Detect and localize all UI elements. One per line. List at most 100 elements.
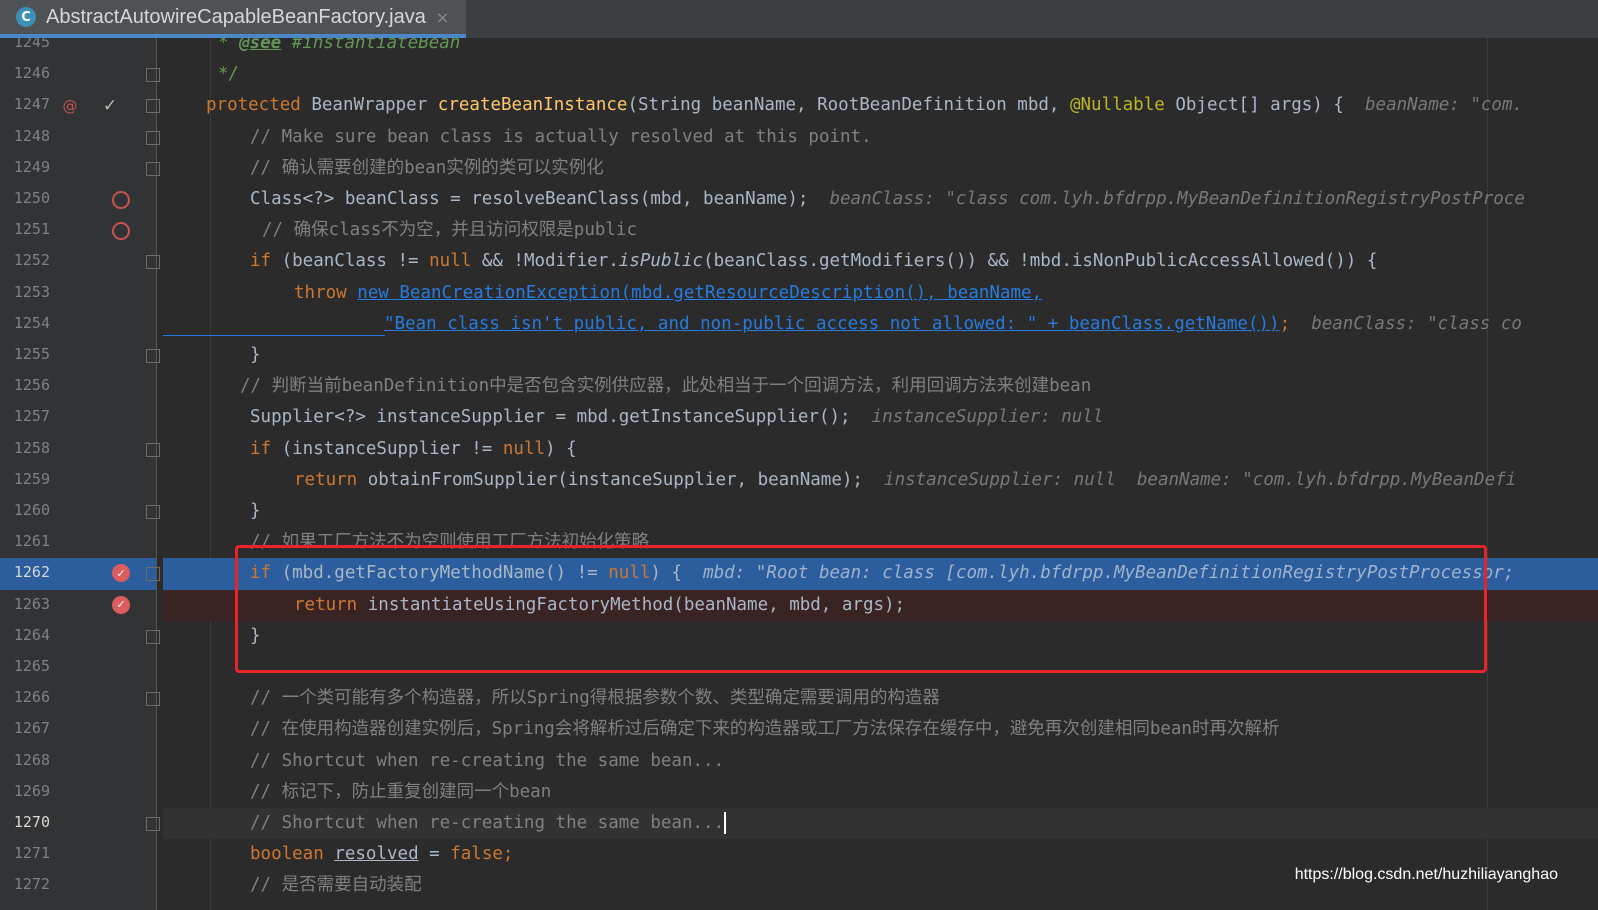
- line-number: 1256: [13, 376, 50, 395]
- code-text: if (instanceSupplier != null) {: [250, 438, 577, 459]
- file-tab[interactable]: C AbstractAutowireCapableBeanFactory.jav…: [0, 0, 466, 38]
- line-number: 1257: [13, 407, 50, 426]
- line-number: 1267: [13, 719, 50, 738]
- code-editor[interactable]: 1245 * @see #instantiateBean 1246 */ 124…: [0, 38, 1598, 910]
- breakpoint-active-icon[interactable]: ✓: [112, 595, 130, 614]
- code-line: 1247 @ ✓ protected BeanWrapper createBea…: [0, 90, 1598, 121]
- code-text: }: [250, 501, 261, 521]
- code-comment: // 确保class不为空，并且访问权限是public: [262, 220, 638, 241]
- code-text: "Bean class isn't public, and non-public…: [384, 313, 1522, 334]
- override-marker-icon[interactable]: @: [60, 96, 80, 116]
- fold-marker-icon[interactable]: [146, 255, 160, 270]
- java-class-icon: C: [16, 7, 36, 27]
- code-line-caret: 1270 // Shortcut when re-creating the sa…: [0, 808, 1598, 840]
- line-number: 1270: [13, 813, 50, 831]
- line-number: 1253: [13, 282, 50, 301]
- code-comment: // 确认需要创建的bean实例的类可以实例化: [250, 157, 604, 178]
- code-line: 1255 }: [0, 340, 1598, 371]
- fold-marker-icon[interactable]: [146, 817, 160, 831]
- code-comment: // 标记下，防止重复创建同一个bean: [250, 781, 552, 802]
- code-text: // Shortcut when re-creating the same be…: [250, 812, 727, 834]
- fold-marker-icon[interactable]: [146, 505, 160, 519]
- code-text: return obtainFromSupplier(instanceSuppli…: [294, 469, 1517, 490]
- code-line: 1257 Supplier<?> instanceSupplier = mbd.…: [0, 402, 1598, 433]
- code-line: 1249 // 确认需要创建的bean实例的类可以实例化: [0, 153, 1598, 184]
- fold-marker-icon[interactable]: [146, 99, 160, 114]
- line-number: 1254: [13, 313, 50, 332]
- exception-link[interactable]: new BeanCreationException(mbd.getResourc…: [357, 283, 1042, 303]
- line-number: 1266: [13, 688, 50, 707]
- code-text: if (beanClass != null && !Modifier.isPub…: [250, 251, 1378, 272]
- editor-tab-bar: C AbstractAutowireCapableBeanFactory.jav…: [0, 0, 1598, 38]
- fold-marker-icon[interactable]: [146, 68, 160, 83]
- code-text: boolean resolved = false;: [250, 844, 514, 865]
- fold-marker-icon[interactable]: [146, 161, 160, 176]
- line-number: 1249: [13, 157, 50, 176]
- inline-debug-hint: beanClass: "class co: [1311, 313, 1522, 334]
- code-line: 1252 if (beanClass != null && !Modifier.…: [0, 246, 1598, 277]
- inline-debug-hint: beanName: "com.: [1365, 95, 1524, 116]
- fold-marker-icon[interactable]: [146, 692, 160, 707]
- line-number: 1269: [13, 781, 50, 800]
- code-line: 1266 // 一个类可能有多个构造器，所以Spring得根据参数个数、类型确定…: [0, 683, 1598, 714]
- line-number: 1252: [13, 251, 50, 270]
- line-number: 1250: [13, 189, 50, 207]
- code-line: 1269 // 标记下，防止重复创建同一个bean: [0, 777, 1598, 808]
- fold-marker-icon[interactable]: [146, 130, 160, 145]
- inline-debug-hint: beanClass: "class com.lyh.bfdrpp.MyBeanD…: [829, 189, 1525, 209]
- code-text: throw new BeanCreationException(mbd.getR…: [294, 282, 1043, 303]
- watermark-url: https://blog.csdn.net/huzhiliayanghao: [1294, 866, 1558, 883]
- line-number: 1265: [13, 657, 50, 675]
- line-number: 1261: [13, 532, 50, 551]
- code-line: 1245 * @see #instantiateBean: [0, 38, 1598, 59]
- code-comment: // 一个类可能有多个构造器，所以Spring得根据参数个数、类型确定需要调用的…: [250, 688, 940, 709]
- code-text: * @see #instantiateBean: [218, 38, 461, 53]
- code-line: 1258 if (instanceSupplier != null) {: [0, 434, 1598, 465]
- fold-marker-icon[interactable]: [146, 349, 160, 363]
- line-number: 1258: [13, 438, 50, 457]
- code-text: Supplier<?> instanceSupplier = mbd.getIn…: [250, 407, 1104, 428]
- line-number: 1248: [13, 126, 50, 145]
- code-line: 1260 }: [0, 496, 1598, 527]
- line-number: 1263: [13, 594, 50, 613]
- link-underline: [163, 334, 385, 336]
- code-line: 1248 // Make sure bean class is actually…: [0, 122, 1598, 153]
- line-number: 1268: [13, 750, 50, 769]
- line-number: 1272: [13, 875, 50, 894]
- code-text: protected BeanWrapper createBeanInstance…: [206, 95, 1524, 116]
- code-comment: // Shortcut when re-creating the same be…: [250, 750, 725, 771]
- line-number: 1246: [13, 64, 50, 83]
- fold-marker-icon[interactable]: [146, 629, 160, 644]
- line-number: 1260: [13, 501, 50, 519]
- inline-debug-hint: instanceSupplier: null: [871, 407, 1104, 428]
- code-line: 1267 // 在使用构造器创建实例后，Spring会将解析过后确定下来的构造器…: [0, 714, 1598, 745]
- file-tab-title: AbstractAutowireCapableBeanFactory.java: [46, 5, 426, 28]
- fold-marker-icon[interactable]: [146, 442, 160, 457]
- code-line: 1259 return obtainFromSupplier(instanceS…: [0, 465, 1598, 496]
- code-line: 1254 "Bean class isn't public, and non-p…: [0, 309, 1598, 340]
- line-number: 1264: [13, 625, 50, 644]
- code-comment: // 是否需要自动装配: [250, 875, 422, 896]
- line-number: 1259: [13, 469, 50, 488]
- breakpoint-icon[interactable]: [112, 191, 130, 209]
- code-text: Class<?> beanClass = resolveBeanClass(mb…: [250, 189, 1525, 209]
- code-comment: // Make sure bean class is actually reso…: [250, 126, 872, 147]
- close-icon[interactable]: ×: [436, 8, 449, 27]
- code-text: }: [250, 345, 261, 365]
- exception-link[interactable]: "Bean class isn't public, and non-public…: [384, 314, 1280, 334]
- fold-marker-icon[interactable]: [146, 567, 160, 582]
- code-line: 1256 // 判断当前beanDefinition中是否包含实例供应器，此处相…: [0, 371, 1598, 402]
- code-comment: // 在使用构造器创建实例后，Spring会将解析过后确定下来的构造器或工厂方法…: [250, 719, 1280, 740]
- line-number: 1251: [13, 220, 50, 239]
- line-number: 1255: [13, 345, 50, 363]
- text-caret: [724, 812, 727, 834]
- line-number: 1262: [13, 563, 50, 582]
- line-number: 1247: [13, 95, 50, 114]
- highlight-annotation-box: [235, 545, 1487, 673]
- code-line: 1250 Class<?> beanClass = resolveBeanCla…: [0, 184, 1598, 215]
- inline-debug-hint: instanceSupplier: null beanName: "com.ly…: [884, 469, 1517, 490]
- checkmark-icon: ✓: [102, 96, 118, 117]
- breakpoint-icon[interactable]: [112, 222, 130, 241]
- code-line: 1268 // Shortcut when re-creating the sa…: [0, 746, 1598, 777]
- code-text: */: [218, 64, 240, 85]
